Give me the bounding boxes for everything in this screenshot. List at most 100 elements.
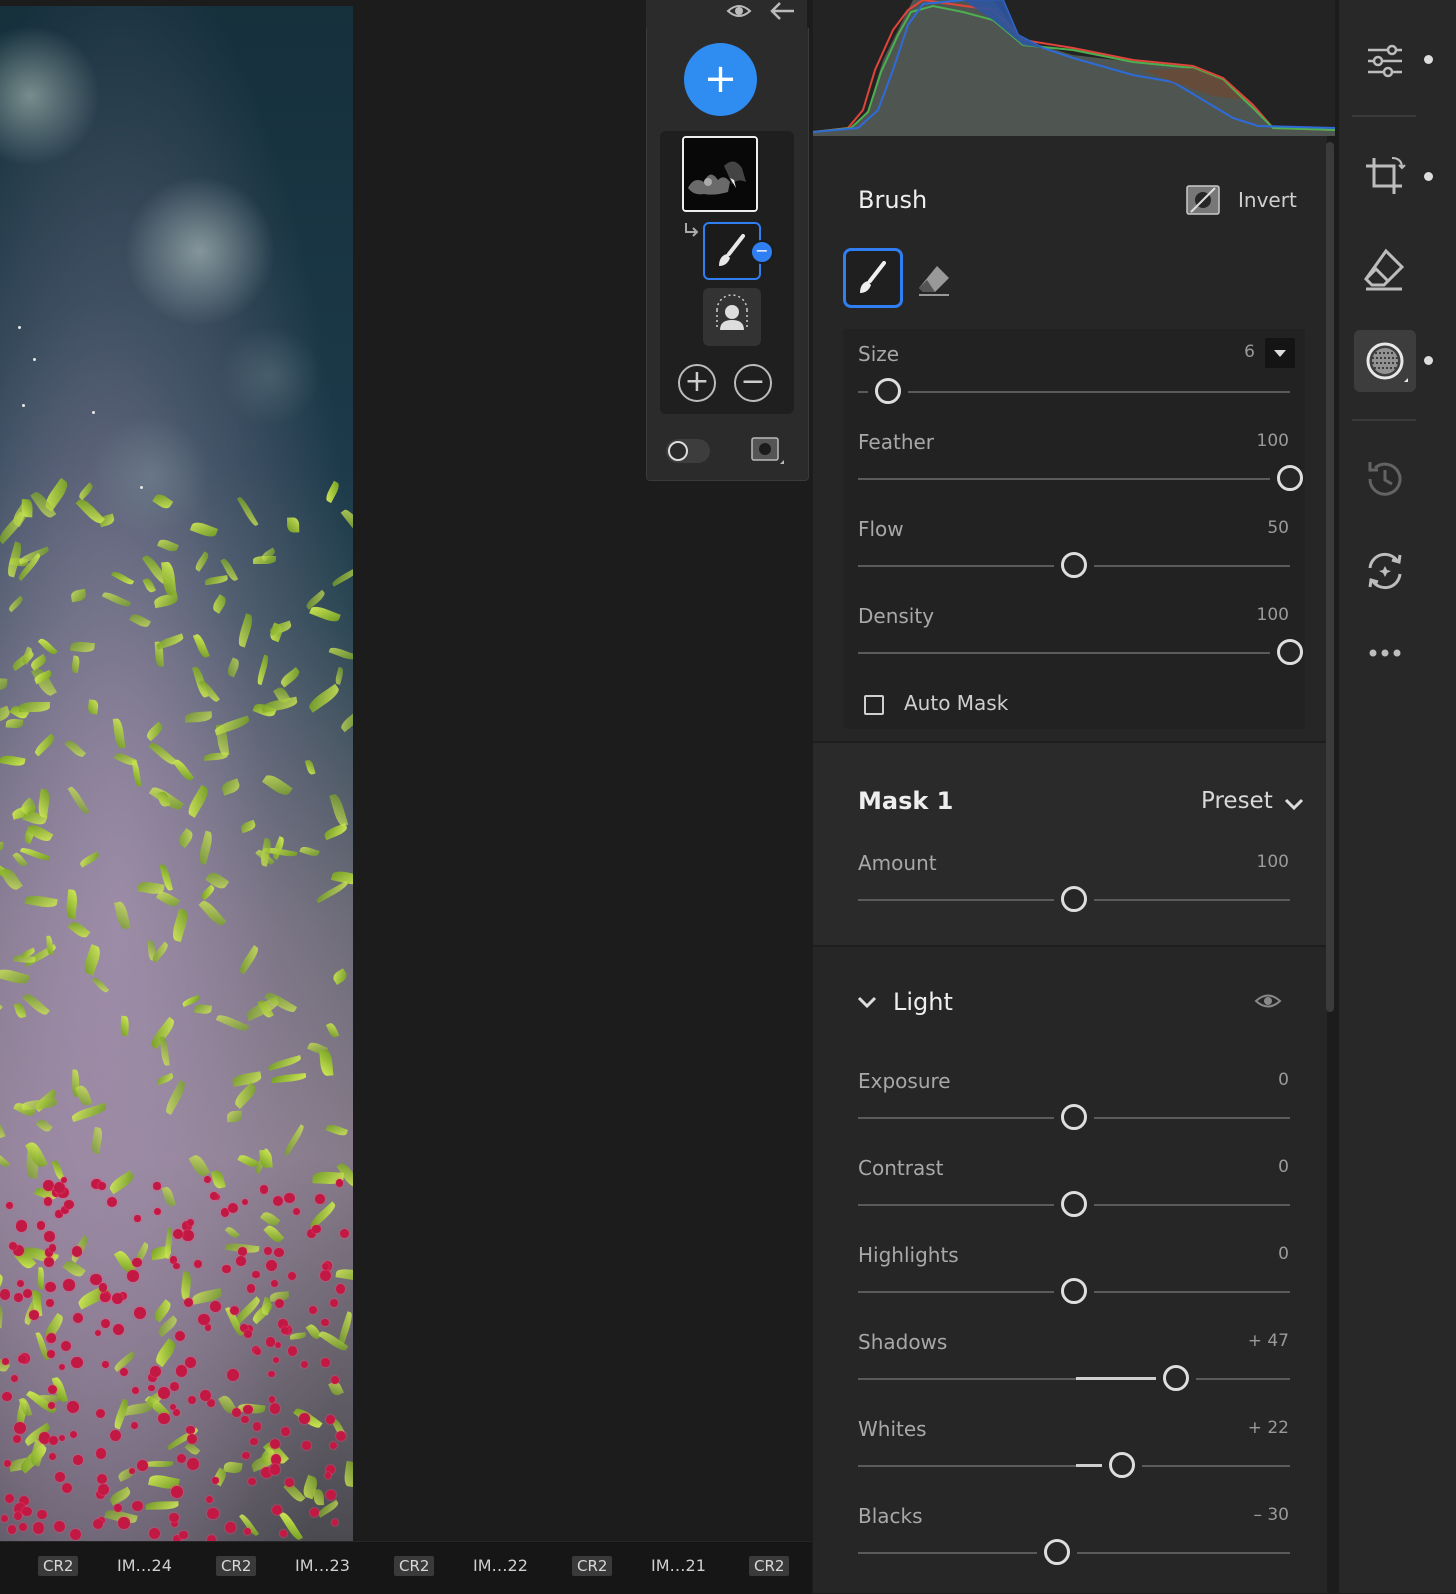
slider-track[interactable] — [1094, 899, 1290, 901]
berry — [70, 1431, 78, 1439]
chevron-down-icon[interactable] — [855, 992, 879, 1012]
history-icon[interactable] — [1362, 456, 1408, 502]
berry — [194, 1260, 203, 1268]
mask-thumbnail[interactable] — [682, 136, 758, 212]
slider-handle[interactable] — [1061, 886, 1087, 912]
slider-handle[interactable] — [1061, 1104, 1087, 1130]
filmstrip-item[interactable]: IM…21 — [651, 1556, 706, 1575]
eraser-icon[interactable] — [915, 260, 955, 300]
slider-track[interactable] — [858, 1465, 1102, 1467]
leaf — [306, 1322, 322, 1341]
masking-tool-button[interactable] — [1354, 330, 1416, 392]
slider-track[interactable] — [858, 478, 1270, 480]
arrow-left-icon[interactable] — [768, 0, 796, 22]
berry — [253, 1422, 262, 1431]
slider-track[interactable] — [908, 391, 1290, 393]
add-to-mask-button[interactable]: + — [678, 364, 716, 402]
photo-canvas[interactable] — [0, 6, 353, 1541]
auto-mask-label[interactable]: Auto Mask — [904, 691, 1008, 715]
slider-track[interactable] — [858, 1552, 1037, 1554]
filmstrip-item[interactable]: CR2 — [216, 1556, 257, 1576]
subtract-from-mask-button[interactable]: − — [734, 364, 772, 402]
slider-handle[interactable] — [1277, 639, 1303, 665]
berry — [101, 1318, 110, 1328]
auto-sync-icon[interactable] — [1362, 548, 1408, 594]
preset-dropdown-label[interactable]: Preset — [1201, 788, 1273, 814]
berry — [241, 1198, 249, 1206]
size-dropdown-button[interactable] — [1265, 338, 1295, 368]
berry — [43, 1257, 54, 1267]
eye-icon[interactable] — [1254, 991, 1282, 1011]
berry — [134, 1215, 141, 1222]
berry — [22, 1506, 33, 1517]
filmstrip-item[interactable]: IM…23 — [295, 1556, 350, 1575]
berry — [212, 1477, 219, 1484]
leaf — [184, 711, 213, 723]
healing-eraser-icon[interactable] — [1362, 247, 1408, 293]
slider-handle[interactable] — [1108, 1452, 1135, 1478]
toggle-knob — [668, 441, 688, 461]
slider-track[interactable] — [1094, 565, 1290, 567]
slider-track[interactable] — [858, 391, 869, 393]
filmstrip-item[interactable]: IM…24 — [117, 1556, 172, 1575]
mask-title[interactable]: Mask 1 — [858, 787, 953, 815]
filmstrip-item[interactable]: CR2 — [572, 1556, 613, 1576]
slider-track[interactable] — [858, 1117, 1054, 1119]
berry — [275, 1341, 282, 1349]
leaf — [145, 1460, 175, 1468]
more-options-icon[interactable] — [1362, 630, 1408, 676]
filmstrip-item[interactable]: CR2 — [38, 1556, 79, 1576]
berry — [48, 1435, 58, 1445]
slider-track[interactable] — [858, 899, 1054, 901]
auto-mask-checkbox[interactable] — [864, 695, 884, 715]
slider-track[interactable] — [858, 1204, 1054, 1206]
slider-track[interactable] — [858, 565, 1054, 567]
slider-track[interactable] — [1094, 1117, 1290, 1119]
slider-track[interactable] — [1094, 1204, 1290, 1206]
chevron-down-icon[interactable] — [1282, 794, 1306, 814]
slider-track[interactable] — [1076, 1552, 1290, 1554]
leaf — [87, 699, 100, 715]
invert-label[interactable]: Invert — [1238, 188, 1297, 212]
filmstrip-item[interactable]: CR2 — [749, 1556, 790, 1576]
berry — [96, 1448, 107, 1459]
edit-sliders-icon[interactable] — [1362, 38, 1408, 84]
bokeh-speck — [140, 486, 143, 489]
eye-icon[interactable] — [726, 2, 752, 20]
berry — [98, 1483, 110, 1495]
berry — [43, 1196, 53, 1206]
berry — [183, 1297, 193, 1307]
slider-handle[interactable] — [1277, 465, 1303, 491]
berry — [293, 1207, 301, 1215]
invert-icon[interactable] — [1185, 184, 1221, 216]
berry — [62, 1482, 73, 1494]
brush-add-tool-button[interactable] — [843, 248, 903, 308]
berry — [49, 1452, 57, 1460]
berry — [179, 1530, 188, 1540]
berry — [112, 1323, 125, 1336]
panel-scrollbar[interactable] — [1326, 142, 1334, 1012]
berry — [29, 1310, 39, 1320]
slider-track[interactable] — [1195, 1378, 1290, 1380]
select-subject-button[interactable] — [703, 288, 761, 346]
leaf — [211, 1168, 226, 1190]
filmstrip-item[interactable]: CR2 — [394, 1556, 435, 1576]
slider-track[interactable] — [1141, 1465, 1290, 1467]
leaf — [325, 1122, 349, 1138]
slider-track[interactable] — [858, 652, 1270, 654]
slider-track[interactable] — [858, 1291, 1054, 1293]
light-section-title[interactable]: Light — [893, 988, 953, 1016]
light-slider-label: Blacks — [858, 1504, 923, 1528]
berry — [186, 1458, 199, 1471]
slider-handle[interactable] — [1043, 1539, 1070, 1565]
slider-track[interactable] — [1094, 1291, 1290, 1293]
create-mask-button[interactable]: + — [684, 43, 757, 116]
overlay-toggle[interactable] — [666, 439, 710, 463]
overlay-options-icon[interactable] — [750, 436, 786, 470]
filmstrip-item[interactable]: IM…22 — [473, 1556, 528, 1575]
slider-handle[interactable] — [1061, 1191, 1087, 1217]
slider-handle[interactable] — [1061, 552, 1087, 578]
slider-handle[interactable] — [1061, 1278, 1087, 1304]
crop-rotate-icon[interactable] — [1362, 154, 1408, 200]
slider-handle[interactable] — [1162, 1365, 1189, 1391]
